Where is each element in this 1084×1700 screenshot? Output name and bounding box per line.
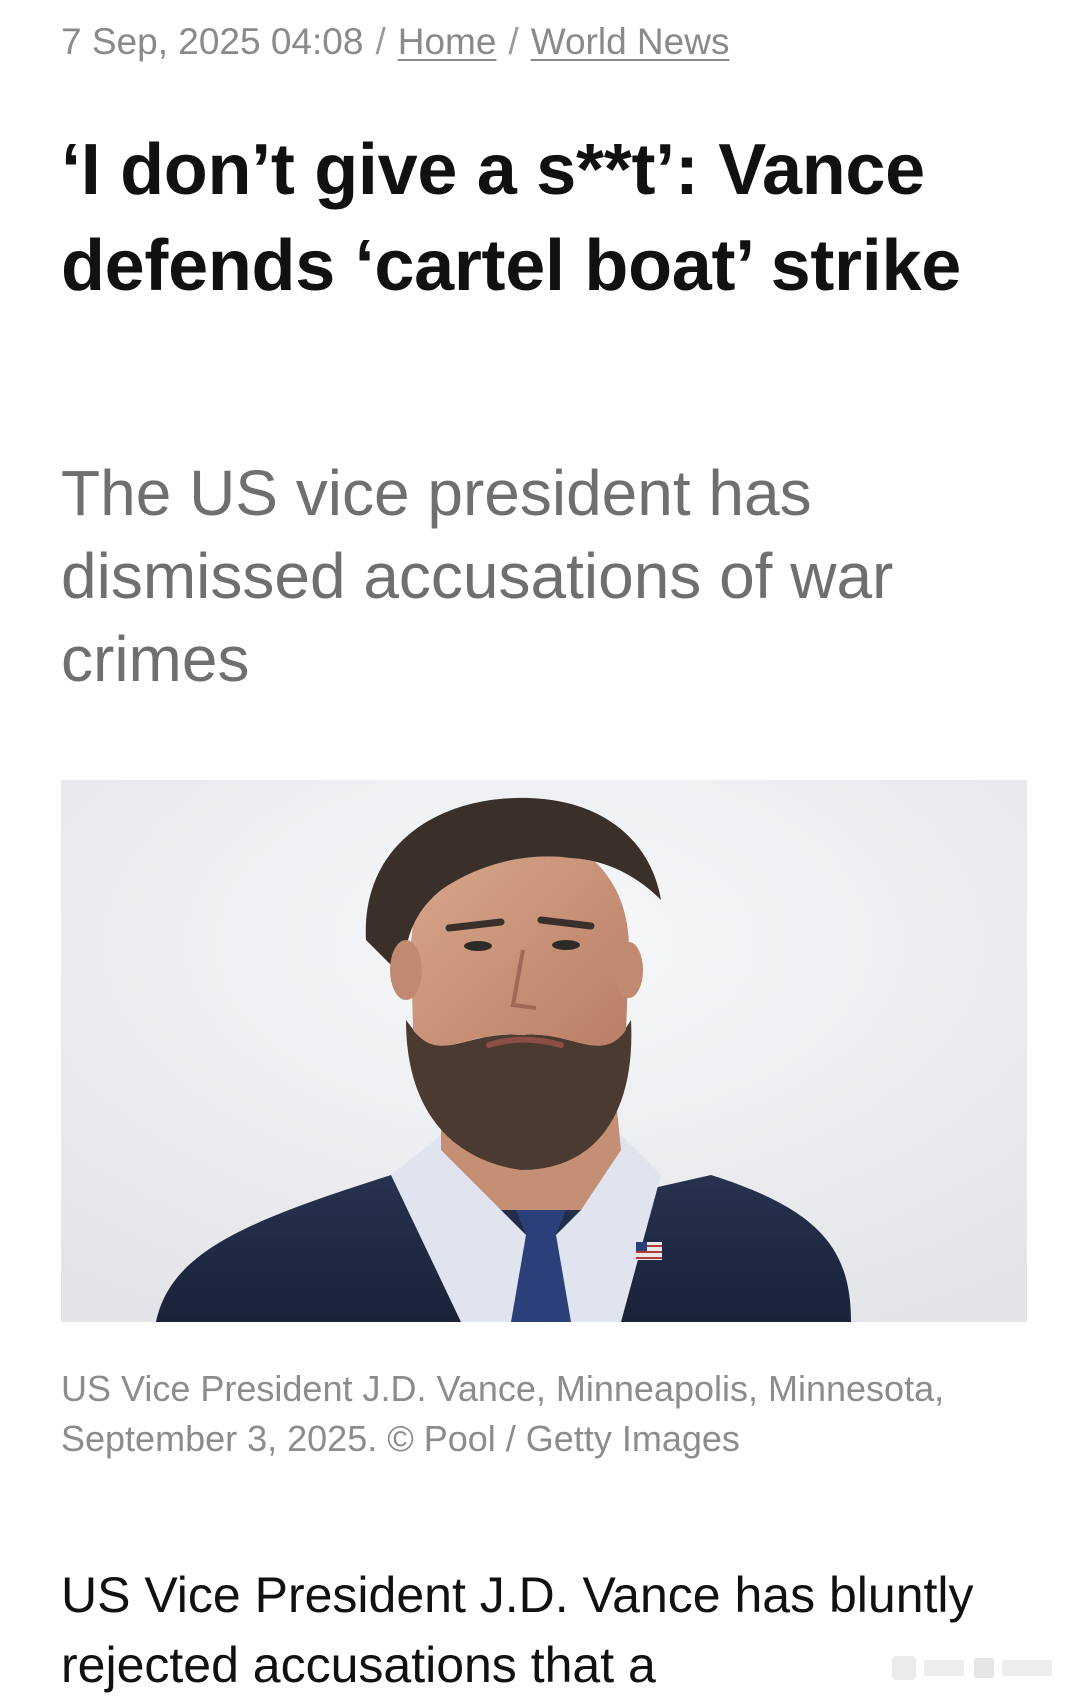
watermark-logo-icon (892, 1656, 1052, 1680)
article-headline: ‘I don’t give a s**t’: Vance defends ‘ca… (61, 130, 961, 306)
hero-image[interactable] (61, 780, 1027, 1322)
portrait-illustration (61, 780, 1027, 1322)
image-caption: US Vice President J.D. Vance, Minneapoli… (61, 1368, 945, 1459)
breadcrumb: 7 Sep, 2025 04:08 / Home / World News (61, 18, 729, 66)
breadcrumb-separator: / (508, 21, 519, 62)
breadcrumb-separator: / (375, 21, 386, 62)
breadcrumb-home-link[interactable]: Home (398, 21, 497, 62)
publish-date: 7 Sep, 2025 04:08 (61, 21, 364, 62)
breadcrumb-world-news-link[interactable]: World News (531, 21, 730, 62)
article-subheadline: The US vice president has dismissed accu… (61, 457, 894, 695)
article-body-paragraph: US Vice President J.D. Vance has bluntly… (61, 1567, 974, 1693)
